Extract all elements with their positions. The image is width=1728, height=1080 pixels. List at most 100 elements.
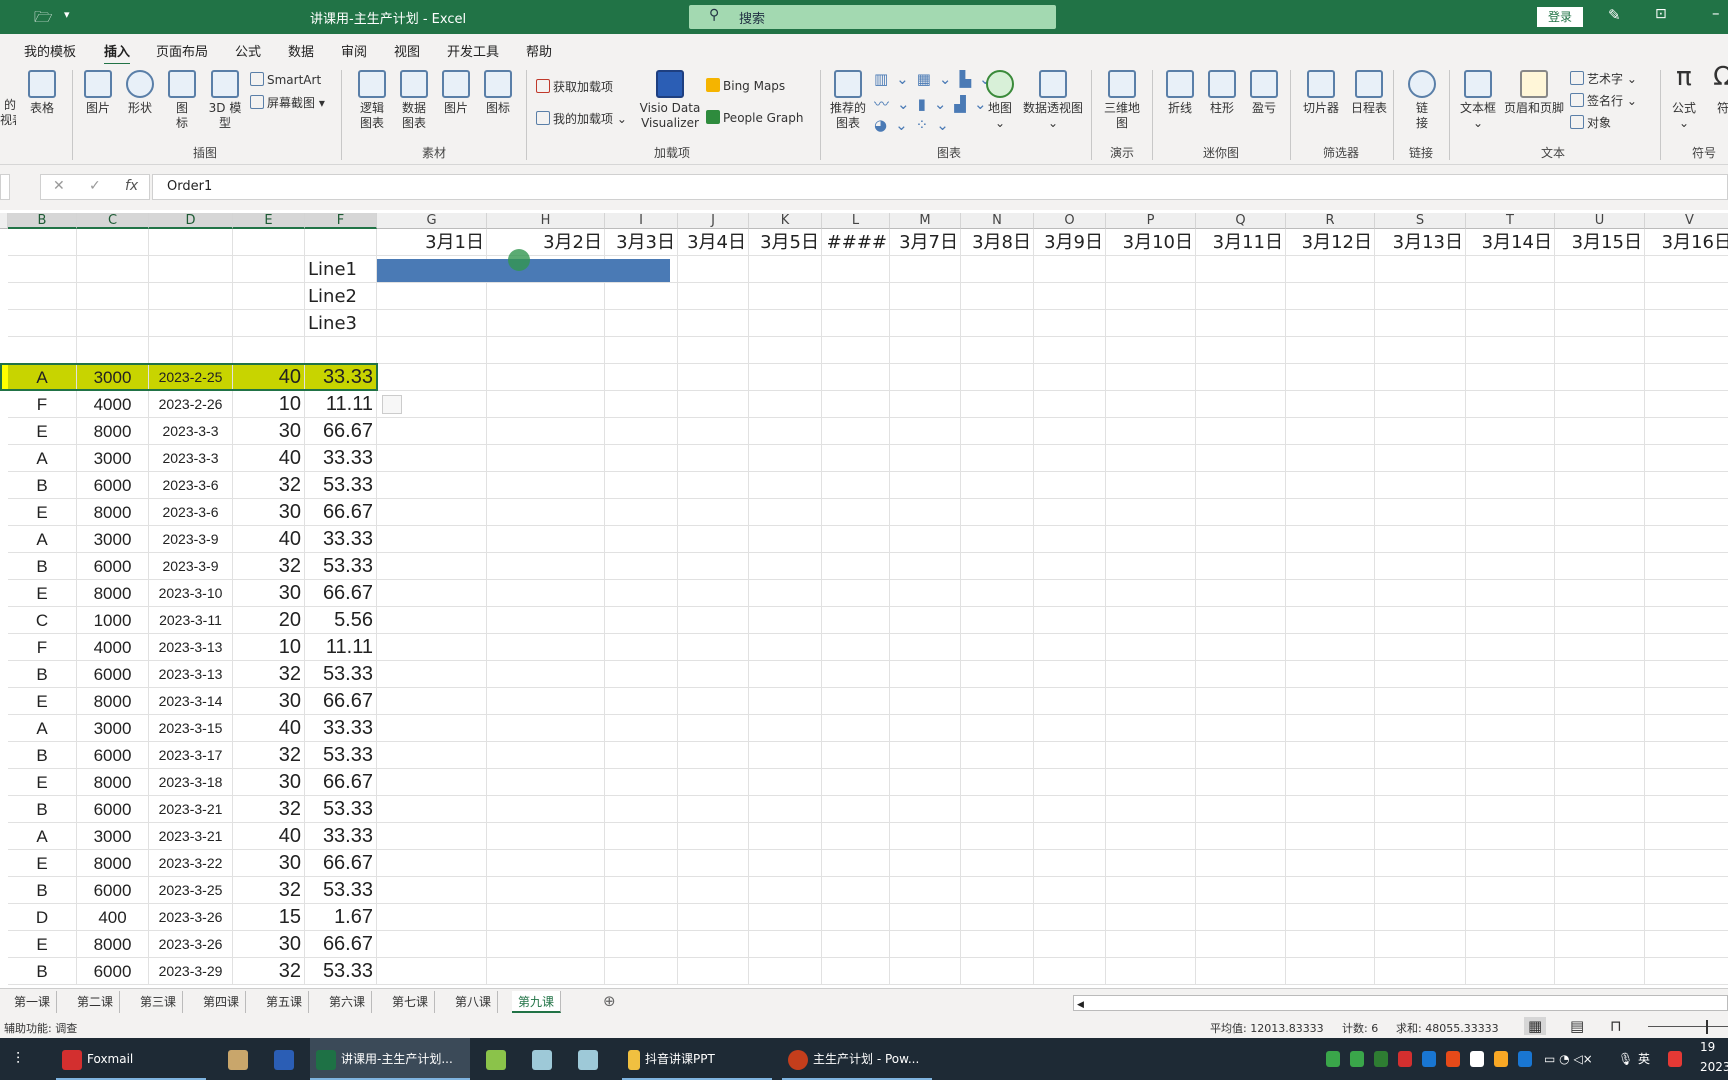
cell[interactable] [377, 499, 487, 526]
asset-icon-button[interactable]: 图标 [478, 70, 518, 116]
data-cell[interactable]: E [8, 418, 77, 445]
cell[interactable] [890, 661, 961, 688]
pie-chart-icon[interactable]: ◕⌄ [874, 116, 916, 134]
cell[interactable] [605, 958, 678, 985]
cell[interactable] [377, 310, 487, 337]
cell[interactable] [822, 580, 890, 607]
cell[interactable] [487, 796, 605, 823]
cell[interactable] [961, 850, 1034, 877]
cell[interactable] [890, 418, 961, 445]
cell[interactable] [1196, 445, 1286, 472]
cell[interactable] [678, 661, 749, 688]
cell[interactable] [605, 742, 678, 769]
tab-my-templates[interactable]: 我的模板 [24, 41, 76, 60]
cell[interactable] [1555, 634, 1645, 661]
cell[interactable] [1286, 877, 1375, 904]
cell[interactable] [1375, 634, 1466, 661]
cell[interactable] [1466, 256, 1555, 283]
cell[interactable] [1375, 499, 1466, 526]
cell[interactable] [1375, 391, 1466, 418]
recommended-charts-button[interactable]: 推荐的 图表 [826, 70, 870, 131]
cell[interactable] [1645, 337, 1728, 364]
data-cell[interactable]: 40 [233, 715, 305, 742]
data-cell[interactable]: 53.33 [305, 796, 377, 823]
data-cell[interactable]: 30 [233, 418, 305, 445]
cell[interactable] [822, 715, 890, 742]
data-cell[interactable]: 2023-3-9 [149, 553, 233, 580]
cell[interactable] [961, 445, 1034, 472]
sparkline-winloss-button[interactable]: 盈亏 [1244, 70, 1284, 116]
data-cell[interactable]: 3000 [77, 715, 149, 742]
cell[interactable] [1645, 742, 1728, 769]
cell[interactable] [1034, 283, 1106, 310]
cell[interactable] [678, 391, 749, 418]
cell[interactable] [1196, 256, 1286, 283]
cell[interactable] [149, 310, 233, 337]
cell[interactable] [487, 472, 605, 499]
formula-input[interactable]: Order1 [152, 174, 1728, 200]
data-cell[interactable]: E [8, 850, 77, 877]
cell[interactable] [1034, 661, 1106, 688]
column-header-T[interactable]: T [1466, 213, 1555, 229]
column-header-R[interactable]: R [1286, 213, 1375, 229]
cell[interactable] [605, 661, 678, 688]
word-icon[interactable] [268, 1038, 305, 1080]
cell[interactable] [77, 229, 149, 256]
cell[interactable] [749, 634, 822, 661]
cell[interactable] [1375, 256, 1466, 283]
cell[interactable] [487, 607, 605, 634]
cell[interactable] [822, 958, 890, 985]
cell[interactable] [1466, 445, 1555, 472]
cell[interactable] [749, 580, 822, 607]
bluetooth-icon[interactable] [1518, 1051, 1532, 1067]
data-cell[interactable]: 8000 [77, 850, 149, 877]
data-cell[interactable]: 3000 [77, 526, 149, 553]
cell[interactable] [1106, 580, 1196, 607]
cell[interactable] [961, 904, 1034, 931]
cell[interactable] [890, 958, 961, 985]
cell[interactable] [1286, 931, 1375, 958]
cell[interactable] [8, 337, 77, 364]
cell[interactable] [1466, 742, 1555, 769]
cell[interactable] [822, 310, 890, 337]
date-header-cell[interactable]: 3月12日 [1286, 229, 1375, 256]
column-chart-icon[interactable]: ▥⌄ [874, 70, 917, 88]
cell[interactable] [1555, 391, 1645, 418]
cell[interactable] [1196, 688, 1286, 715]
column-header-U[interactable]: U [1555, 213, 1645, 229]
cell[interactable] [1375, 472, 1466, 499]
data-cell[interactable]: 66.67 [305, 499, 377, 526]
hierarchy-chart-icon[interactable]: ▦⌄ [917, 70, 960, 88]
sheet-tab[interactable]: 第五课 [260, 991, 310, 1013]
data-cell[interactable]: 53.33 [305, 877, 377, 904]
cell[interactable] [1106, 661, 1196, 688]
chart-type-buttons[interactable]: ▥⌄▦⌄▙⌄ [874, 70, 1000, 88]
cell[interactable] [961, 283, 1034, 310]
data-cell[interactable]: 6000 [77, 877, 149, 904]
data-cell[interactable]: B [8, 877, 77, 904]
cell[interactable] [1196, 904, 1286, 931]
cell[interactable] [377, 364, 487, 391]
cell[interactable] [1106, 904, 1196, 931]
data-cell[interactable]: 6000 [77, 742, 149, 769]
cell[interactable] [678, 715, 749, 742]
tray-icon-1[interactable] [1326, 1051, 1340, 1067]
cell[interactable] [1034, 364, 1106, 391]
cell[interactable] [1034, 553, 1106, 580]
cell[interactable] [1375, 688, 1466, 715]
3d-model-button[interactable]: 3D 模 型 [204, 70, 246, 131]
cell[interactable] [890, 769, 961, 796]
data-cell[interactable]: E [8, 688, 77, 715]
sparkline-line-button[interactable]: 折线 [1160, 70, 1200, 116]
data-cell[interactable]: 400 [77, 904, 149, 931]
cell[interactable] [605, 769, 678, 796]
cell[interactable] [605, 472, 678, 499]
cell[interactable] [749, 877, 822, 904]
cell[interactable] [1106, 769, 1196, 796]
cell[interactable] [1645, 364, 1728, 391]
data-cell[interactable]: E [8, 931, 77, 958]
data-cell[interactable]: 53.33 [305, 958, 377, 985]
cell[interactable] [1645, 607, 1728, 634]
data-cell[interactable]: 40 [233, 823, 305, 850]
cell[interactable] [961, 337, 1034, 364]
